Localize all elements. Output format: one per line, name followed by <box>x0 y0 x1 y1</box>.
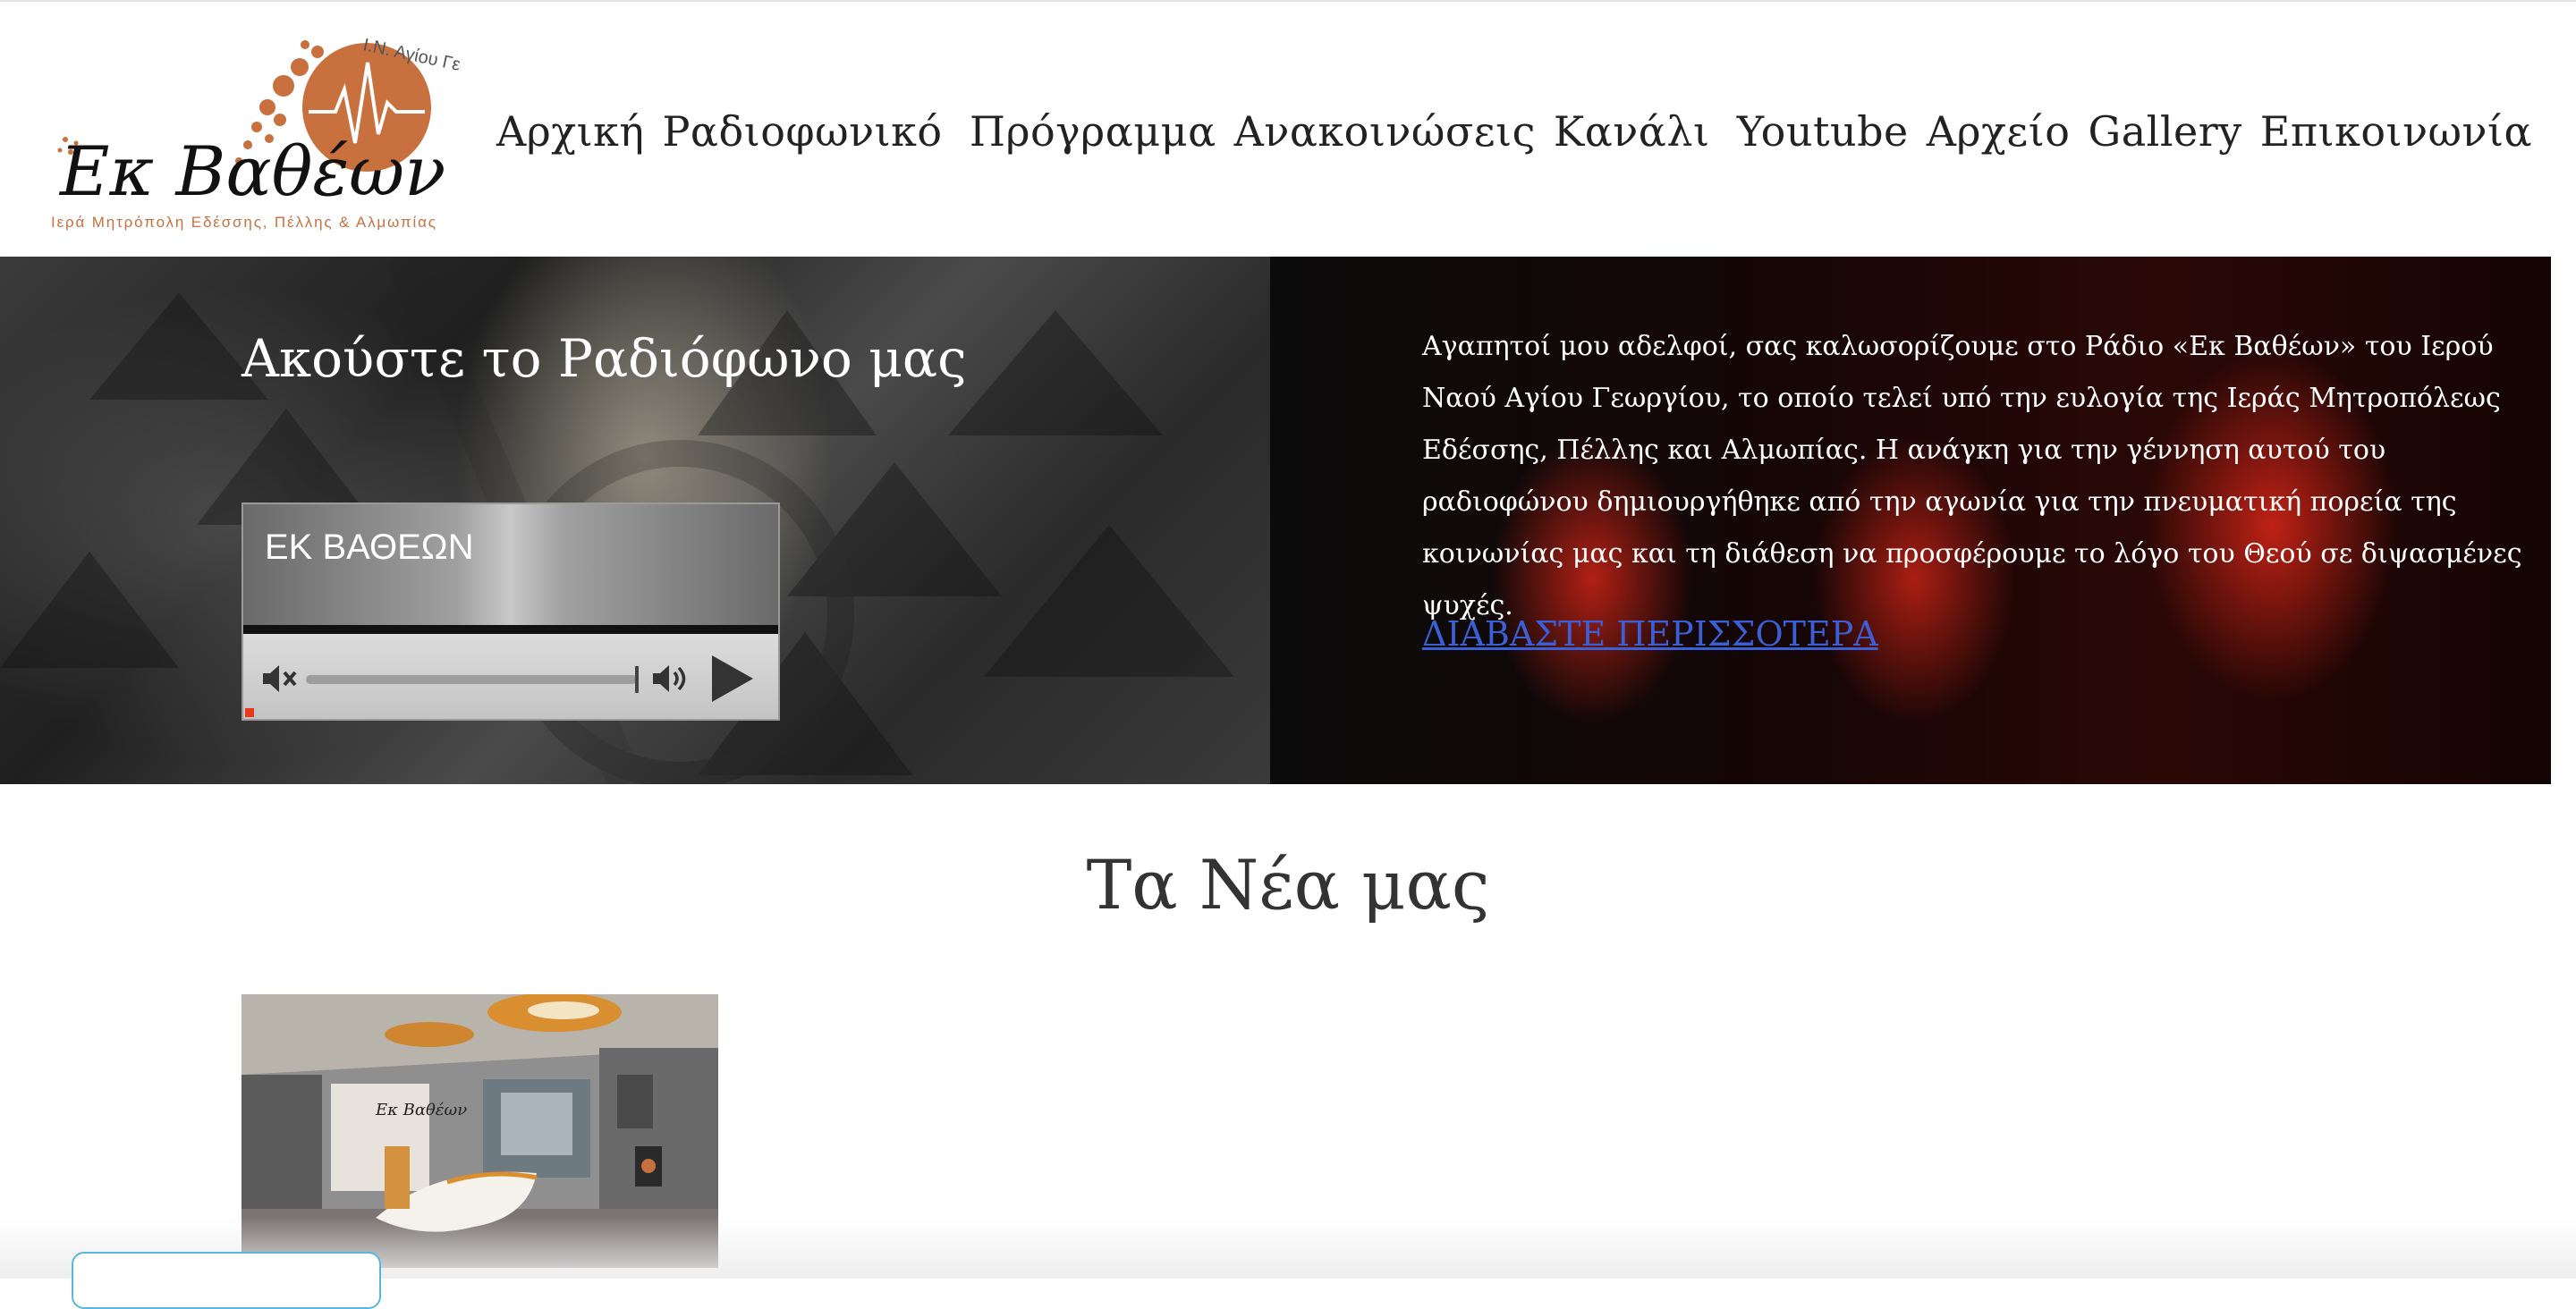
hero-section: Ακούστε το Ραδιόφωνο μας ΕΚ ΒΑΘΕΩΝ Αγαπη… <box>0 257 2551 784</box>
progress-bar <box>243 625 778 634</box>
hero-title: Ακούστε το Ραδιόφωνο μας <box>242 328 967 389</box>
logo[interactable]: Ι.Ν. Αγίου Γεωργίου Εκ Βαθέων Ιερά Μητρό… <box>49 27 461 237</box>
player-display: ΕΚ ΒΑΘΕΩΝ <box>243 504 778 625</box>
nav-item-gallery[interactable]: Gallery <box>2088 107 2241 156</box>
main-nav: Αρχική Ραδιοφωνικό Πρόγραμμα Ανακοινώσει… <box>496 100 2550 163</box>
welcome-paragraph: Αγαπητοί μου αδελφοί, σας καλωσορίζουμε … <box>1422 331 2522 621</box>
nav-item-archive[interactable]: Αρχείο <box>1927 107 2071 156</box>
nav-item-radio-program[interactable]: Ραδιοφωνικό Πρόγραμμα <box>662 107 1216 156</box>
site-header: Ι.Ν. Αγίου Γεωργίου Εκ Βαθέων Ιερά Μητρό… <box>0 0 2576 258</box>
nav-item-youtube-channel[interactable]: Κανάλι Youtube <box>1554 107 1909 156</box>
player-controls <box>243 634 778 719</box>
nav-item-announcements[interactable]: Ανακοινώσεις <box>1234 107 1536 156</box>
studio-logo-text: Εκ Βαθέων <box>375 1101 467 1119</box>
logo-subtitle: Ιερά Μητρόπολη Εδέσσης, Πέλλης & Αλμωπία… <box>51 214 436 231</box>
nav-item-home[interactable]: Αρχική <box>496 107 644 156</box>
nav-item-contact[interactable]: Επικοινωνία <box>2260 107 2532 156</box>
logo-brand-text: Εκ Βαθέων <box>58 131 445 211</box>
speaker-mute-icon[interactable] <box>261 661 301 697</box>
play-icon[interactable] <box>708 654 755 704</box>
news-card-image[interactable]: Εκ Βαθέων <box>242 994 718 1268</box>
radio-player: ΕΚ ΒΑΘΕΩΝ <box>242 502 780 721</box>
volume-slider[interactable] <box>306 675 637 684</box>
station-name: ΕΚ ΒΑΘΕΩΝ <box>265 528 474 567</box>
speaker-volume-icon[interactable] <box>651 661 694 697</box>
studio-photo: Εκ Βαθέων <box>242 994 718 1268</box>
volume-slider-handle[interactable] <box>635 666 639 693</box>
read-more-link[interactable]: ΔΙΑΒΑΣΤΕ ΠΕΡΙΣΣΟΤΕΡΑ <box>1422 614 1878 654</box>
status-indicator <box>245 708 254 717</box>
news-section-title: Τα Νέα μας <box>1086 845 1490 925</box>
cookie-consent-tab[interactable] <box>72 1252 381 1309</box>
